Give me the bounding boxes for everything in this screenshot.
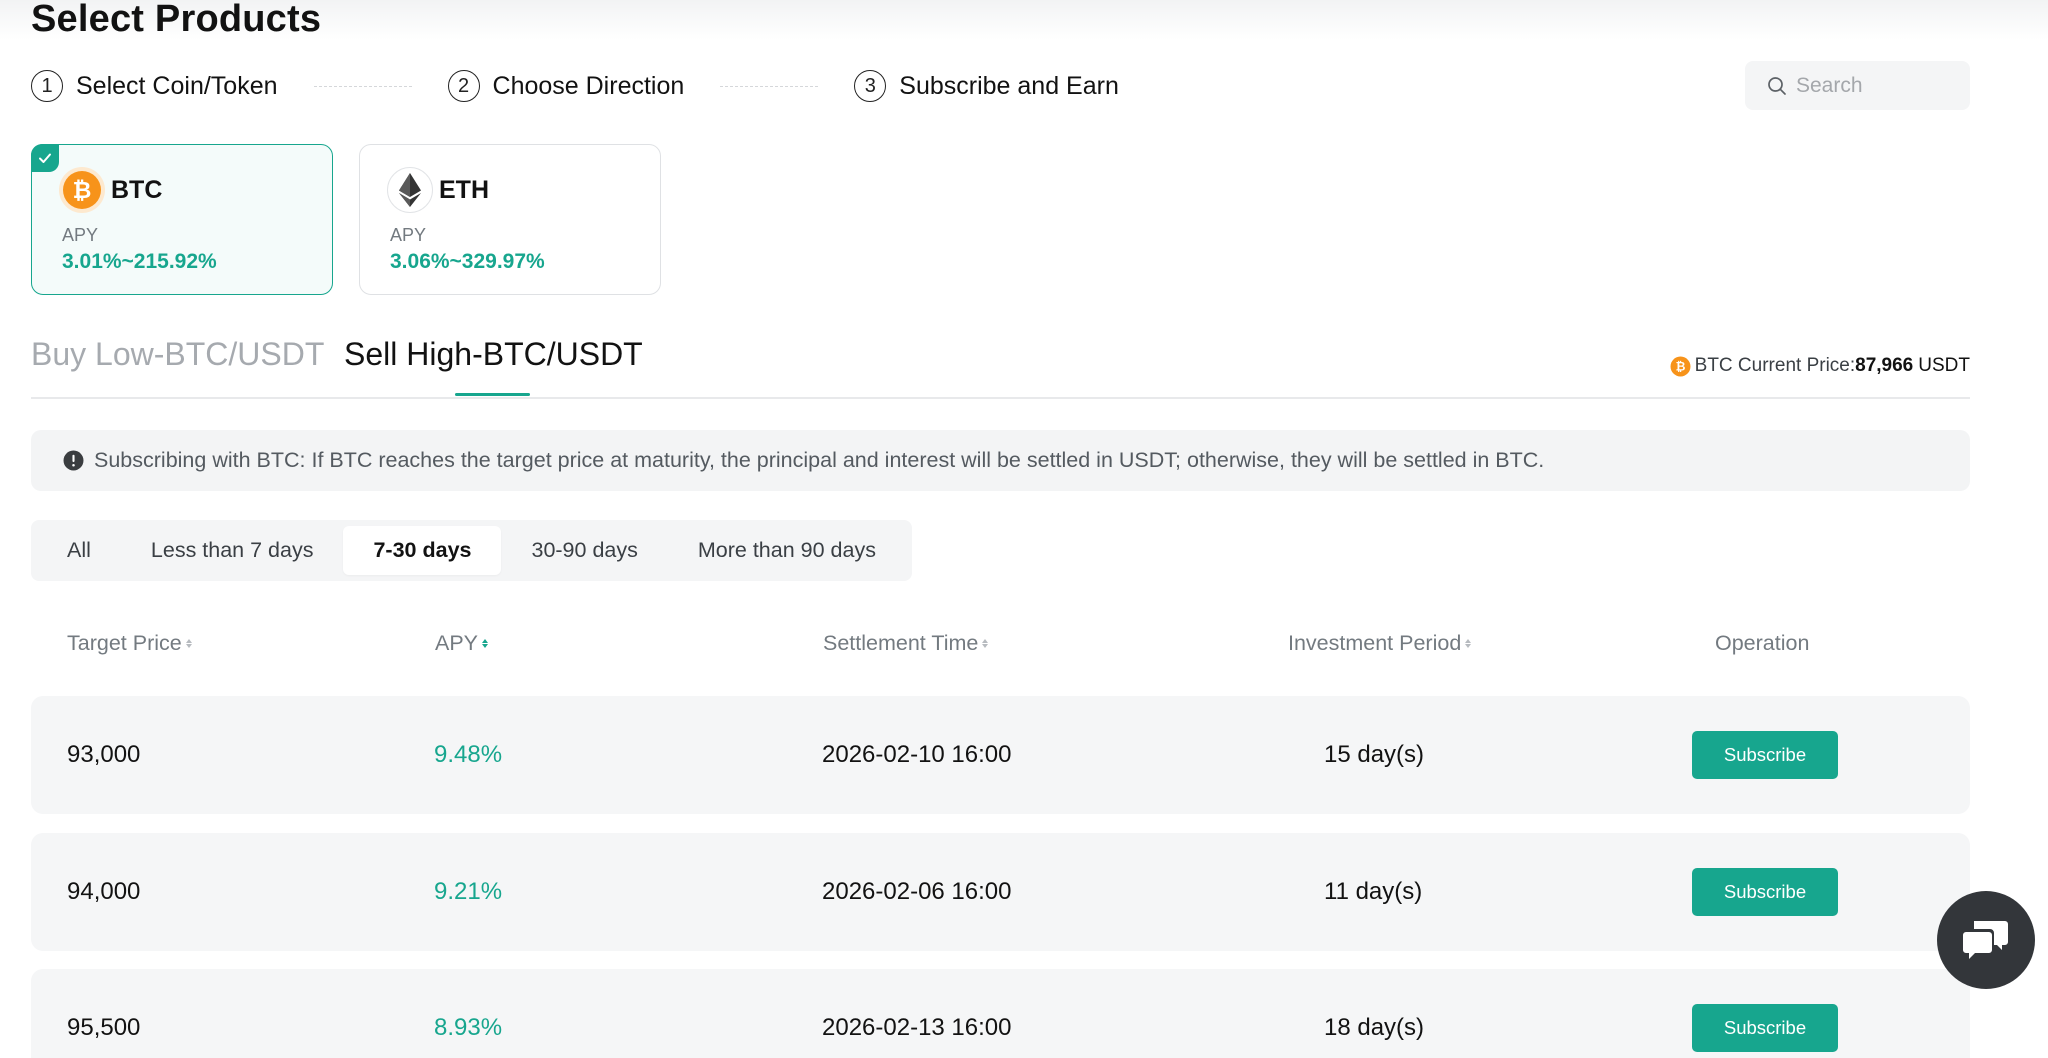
notice-text: Subscribing with BTC: If BTC reaches the… (94, 448, 1545, 472)
search-box[interactable] (1745, 61, 1970, 110)
coin-apy-range: 3.06%~329.97% (390, 250, 545, 273)
coin-apy-range: 3.01%~215.92% (62, 250, 217, 273)
coin-symbol: ETH (439, 175, 489, 204)
step-2: 2 Choose Direction (447, 70, 685, 102)
column-header-apy[interactable]: APY (435, 631, 489, 656)
settlement-time-cell: 2026-02-06 16:00 (822, 878, 1012, 905)
column-header-label: Investment Period (1288, 631, 1462, 655)
step-1: 1 Select Coin/Token (31, 70, 278, 102)
svg-text:₿: ₿ (1675, 359, 1685, 373)
price-value: 87,966 (1855, 355, 1914, 376)
duration-filter-group: All Less than 7 days 7-30 days 30-90 day… (31, 520, 912, 581)
step-3: 3 Subscribe and Earn (854, 70, 1119, 102)
column-header-target-price[interactable]: Target Price (67, 631, 192, 656)
tab-buy-low[interactable]: Buy Low-BTC/USDT (31, 336, 324, 373)
settlement-time-cell: 2026-02-10 16:00 (822, 741, 1012, 768)
filter-less-than-7-days[interactable]: Less than 7 days (121, 526, 344, 575)
coin-card-btc[interactable]: ₿ BTC APY 3.01%~215.92% (31, 144, 333, 295)
chat-icon (1963, 921, 2008, 959)
step-connector (720, 85, 819, 87)
apy-cell: 9.48% (434, 741, 503, 768)
search-icon (1768, 76, 1786, 95)
step-2-number: 2 (447, 70, 480, 102)
table-header: Target Price APY Settlement Time Investm… (31, 627, 1970, 659)
btc-icon: ₿ (1670, 356, 1691, 376)
table-row: 95,500 8.93% 2026-02-13 16:00 18 day(s) … (31, 969, 1970, 1058)
step-3-number: 3 (854, 70, 887, 102)
page: Select Products 1 Select Coin/Token 2 Ch… (0, 0, 2048, 1058)
coin-symbol: BTC (111, 175, 163, 204)
coin-apy-label: APY (62, 225, 99, 245)
column-header-label: Target Price (67, 631, 182, 655)
apy-cell: 9.21% (434, 878, 503, 905)
column-header-investment-period[interactable]: Investment Period (1288, 631, 1472, 656)
coin-header: ETH (387, 167, 489, 213)
tab-sell-high[interactable]: Sell High-BTC/USDT (344, 336, 643, 373)
table-row: 93,000 9.48% 2026-02-10 16:00 15 day(s) … (31, 696, 1970, 814)
coin-logo (387, 167, 433, 213)
coin-header: ₿ BTC (59, 167, 162, 213)
investment-period-cell: 18 day(s) (1324, 1014, 1425, 1041)
subscribe-button[interactable]: Subscribe (1692, 1004, 1838, 1052)
subscribe-button[interactable]: Subscribe (1692, 868, 1838, 916)
sort-icon (1465, 639, 1472, 648)
sort-icon (982, 639, 989, 648)
settlement-time-cell: 2026-02-13 16:00 (822, 1014, 1012, 1041)
target-price-cell: 93,000 (67, 741, 141, 768)
selected-check-badge (31, 144, 59, 172)
column-header-label: Settlement Time (823, 631, 979, 655)
sort-icon (482, 639, 489, 648)
price-label: BTC Current Price: (1694, 355, 1856, 376)
column-header-operation: Operation (1715, 631, 1809, 656)
tab-divider (31, 397, 1970, 399)
step-2-label: Choose Direction (492, 71, 685, 100)
coin-apy-label: APY (390, 225, 427, 245)
page-title: Select Products (31, 0, 322, 40)
filter-7-30-days[interactable]: 7-30 days (343, 526, 502, 575)
filter-30-90-days[interactable]: 30-90 days (501, 526, 667, 575)
check-icon (39, 153, 51, 163)
column-header-label: Operation (1715, 631, 1810, 655)
sort-icon (185, 639, 192, 648)
svg-text:₿: ₿ (73, 178, 92, 204)
search-input[interactable] (1796, 73, 1966, 98)
subscribe-button[interactable]: Subscribe (1692, 731, 1838, 779)
coin-card-eth[interactable]: ETH APY 3.06%~329.97% (359, 144, 661, 295)
column-header-settlement-time[interactable]: Settlement Time (823, 631, 989, 656)
stepper: 1 Select Coin/Token 2 Choose Direction 3… (31, 68, 1119, 104)
coin-logo: ₿ (59, 167, 105, 213)
settlement-notice: Subscribing with BTC: If BTC reaches the… (31, 430, 1970, 491)
table-row: 94,000 9.21% 2026-02-06 16:00 11 day(s) … (31, 833, 1970, 951)
step-3-label: Subscribe and Earn (899, 71, 1119, 100)
column-header-label: APY (435, 631, 479, 655)
step-1-number: 1 (31, 70, 63, 102)
active-tab-indicator (455, 393, 530, 396)
step-1-label: Select Coin/Token (76, 71, 278, 100)
target-price-cell: 95,500 (67, 1014, 141, 1041)
target-price-cell: 94,000 (67, 878, 141, 905)
filter-more-than-90-days[interactable]: More than 90 days (668, 526, 906, 575)
filter-all[interactable]: All (37, 526, 121, 575)
btc-icon: ₿ (63, 171, 101, 209)
eth-icon (399, 173, 421, 207)
btc-current-price: ₿ BTC Current Price: 87,966 USDT (1670, 355, 1970, 377)
investment-period-cell: 15 day(s) (1324, 741, 1425, 768)
apy-cell: 8.93% (434, 1014, 503, 1041)
info-icon (63, 450, 84, 471)
chat-support-button[interactable] (1937, 891, 2035, 989)
investment-period-cell: 11 day(s) (1324, 878, 1423, 905)
price-unit: USDT (1918, 355, 1970, 376)
step-connector (313, 85, 412, 87)
